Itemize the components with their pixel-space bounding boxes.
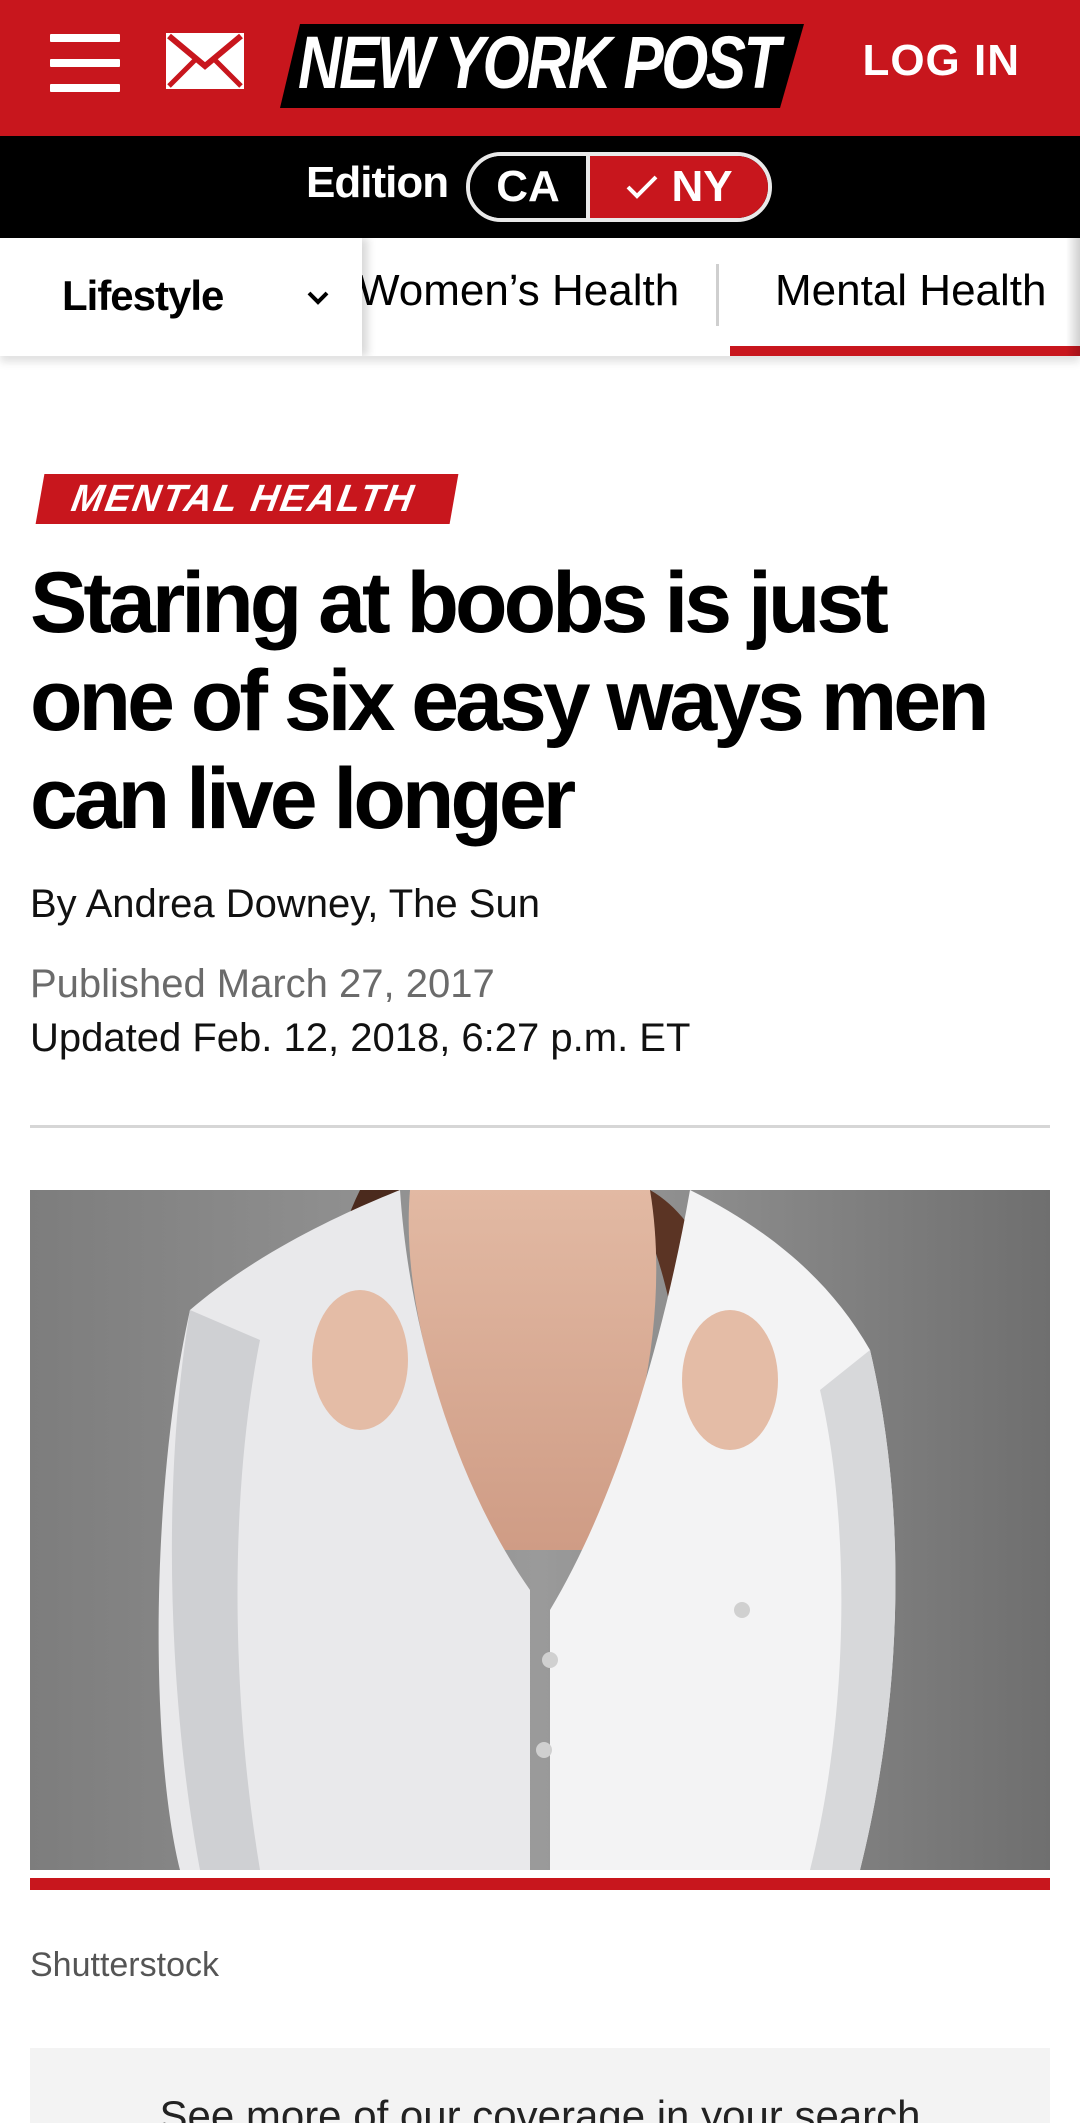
published-date: Published March 27, 2017: [30, 962, 495, 1006]
byline: By Andrea Downey, The Sun: [30, 882, 540, 927]
tab-mental-health[interactable]: Mental Health: [775, 266, 1046, 316]
section-kicker[interactable]: MENTAL HEALTH: [35, 474, 459, 524]
headline-line: can live longer: [30, 751, 576, 847]
search-coverage-box[interactable]: See more of our coverage in your search: [30, 2048, 1050, 2123]
edition-option-ny[interactable]: NY: [590, 156, 768, 218]
checkmark-icon: [627, 175, 658, 199]
top-header-bar: NEW YORK POST NEW YORK POST LOG IN: [0, 0, 1080, 136]
divider: [30, 1125, 1050, 1128]
edition-option-ny-label: NY: [671, 162, 733, 211]
hamburger-icon[interactable]: [50, 34, 120, 92]
login-button[interactable]: LOG IN: [862, 36, 1020, 86]
new-york-post-logo[interactable]: NEW YORK POST NEW YORK POST: [280, 12, 810, 120]
mail-icon[interactable]: [163, 30, 247, 92]
image-credit: Shutterstock: [30, 1946, 219, 1984]
edition-option-ca[interactable]: CA: [470, 156, 590, 218]
scroll-fade: [1066, 238, 1080, 356]
chevron-down-icon: [307, 291, 329, 305]
edition-bar: Edition CA NY: [0, 136, 1080, 238]
section-dropdown[interactable]: Lifestyle: [0, 238, 362, 356]
updated-date: Updated Feb. 12, 2018, 6:27 p.m. ET: [30, 1016, 691, 1060]
active-tab-indicator: [730, 346, 1080, 356]
tab-divider: [716, 264, 719, 326]
author-link[interactable]: Andrea Downey, The Sun: [86, 882, 540, 926]
article-photo: [30, 1190, 1050, 1870]
edition-toggle[interactable]: CA NY: [466, 152, 772, 222]
headline-line: Staring at boobs is just: [30, 555, 889, 651]
section-nav: Women’s Health Mental Health Lifestyle: [0, 238, 1080, 356]
section-dropdown-label: Lifestyle: [62, 272, 224, 319]
section-kicker-label: MENTAL HEALTH: [68, 478, 419, 520]
svg-text:NEW YORK POST: NEW YORK POST: [298, 21, 785, 104]
tab-womens-health[interactable]: Women’s Health: [358, 266, 679, 316]
edition-label: Edition: [306, 158, 449, 207]
edition-option-ca-label: CA: [496, 162, 560, 211]
article-headline: Staring at boobs is just one of six easy…: [30, 554, 1050, 848]
search-coverage-text: See more of our coverage in your search: [159, 2092, 921, 2123]
byline-prefix: By: [30, 882, 77, 926]
article-image[interactable]: [30, 1190, 1050, 1870]
image-accent-bar: [30, 1878, 1050, 1890]
headline-line: one of six easy ways men: [30, 653, 990, 749]
